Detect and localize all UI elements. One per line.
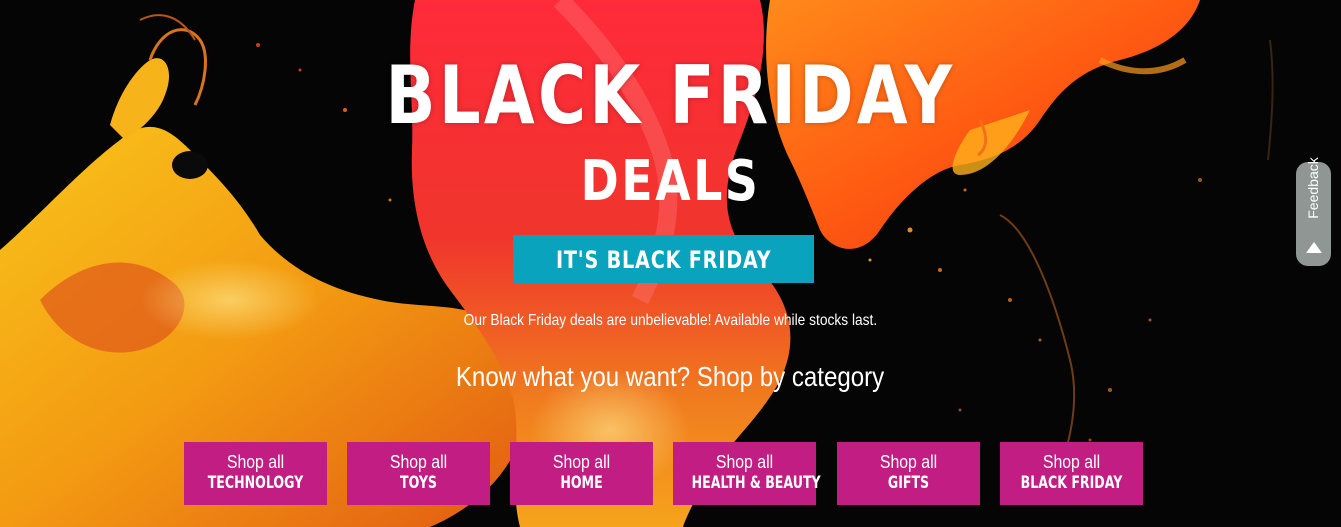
category-button-label: HOME: [560, 473, 603, 493]
page-subtitle: DEALS: [580, 149, 761, 214]
shop-health-beauty-button[interactable]: Shop all HEALTH & BEAUTY: [673, 442, 821, 505]
shop-home-button[interactable]: Shop all HOME: [510, 442, 653, 505]
category-button-label: HEALTH & BEAUTY: [691, 473, 821, 493]
category-button-label: TECHNOLOGY: [207, 473, 304, 493]
category-button-label: TOYS: [400, 473, 437, 493]
shop-technology-button[interactable]: Shop all TECHNOLOGY: [184, 442, 327, 505]
feedback-tab[interactable]: Feedback: [1296, 157, 1331, 266]
category-heading-text: Know what you want? Shop by category: [456, 361, 885, 392]
cta-label: IT'S BLACK FRIDAY: [555, 246, 772, 274]
shop-gifts-button[interactable]: Shop all GIFTS: [837, 442, 980, 505]
shop-black-friday-button[interactable]: Shop all BLACK FRIDAY: [1000, 442, 1143, 505]
category-button-label: GIFTS: [887, 473, 930, 493]
category-button-row: Shop all TECHNOLOGY Shop all TOYS Shop a…: [184, 442, 1144, 505]
black-friday-cta-button[interactable]: IT'S BLACK FRIDAY: [513, 235, 814, 283]
shop-toys-button[interactable]: Shop all TOYS: [347, 442, 490, 505]
promo-tagline-text: Our Black Friday deals are unbelievable!…: [463, 312, 878, 329]
category-button-prefix: Shop all: [879, 452, 938, 472]
category-button-label: BLACK FRIDAY: [1020, 473, 1123, 493]
triangle-up-icon: [1306, 242, 1322, 253]
category-button-prefix: Shop all: [715, 452, 774, 472]
feedback-label: Feedback: [1305, 157, 1321, 219]
category-button-prefix: Shop all: [389, 452, 448, 472]
category-button-prefix: Shop all: [226, 452, 285, 472]
category-button-prefix: Shop all: [552, 452, 611, 472]
hero-banner: BLACK FRIDAY DEALS IT'S BLACK FRIDAY Our…: [0, 0, 1341, 527]
page-title: BLACK FRIDAY: [385, 49, 956, 142]
category-button-prefix: Shop all: [1042, 452, 1101, 472]
promo-tagline: Our Black Friday deals are unbelievable!…: [0, 311, 1341, 331]
category-heading: Know what you want? Shop by category: [0, 360, 1341, 394]
